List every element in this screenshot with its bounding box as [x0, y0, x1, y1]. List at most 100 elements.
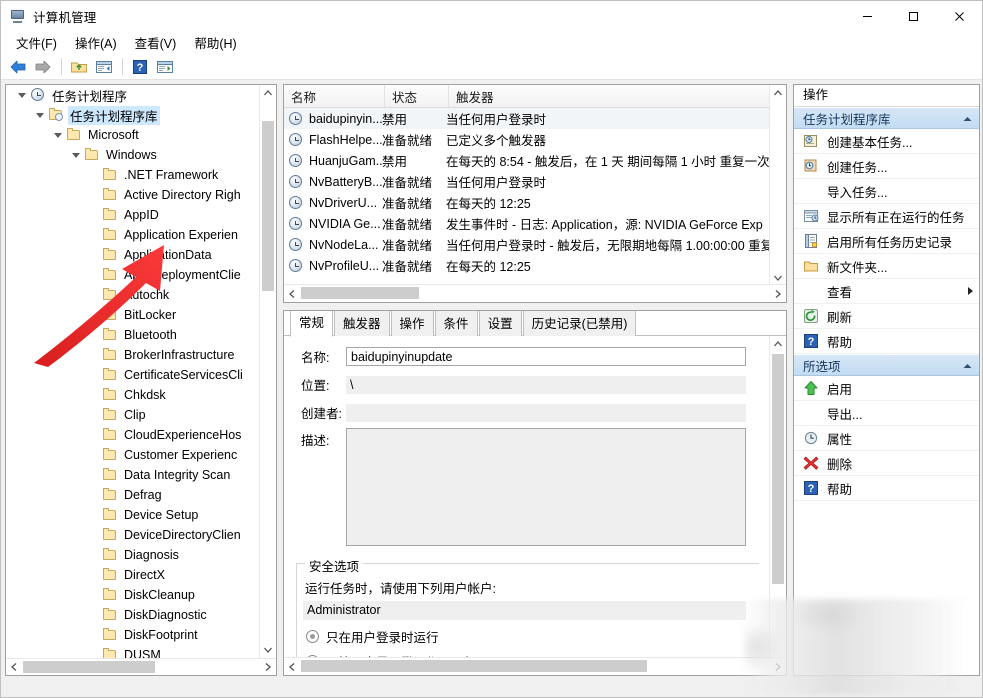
forward-icon[interactable]	[31, 56, 55, 78]
tree-scroll-down-button[interactable]	[260, 642, 276, 658]
tab-2[interactable]: 触发器	[334, 310, 390, 336]
action-item[interactable]: 删除	[794, 451, 979, 476]
detail-horizontal-scrollbar[interactable]	[284, 657, 786, 675]
tree-node-appid[interactable]: AppID	[6, 205, 261, 225]
tree-node-dusm[interactable]: DUSM	[6, 645, 261, 658]
tree-node-defrag[interactable]: Defrag	[6, 485, 261, 505]
action-item[interactable]: 显示所有正在运行的任务	[794, 204, 979, 229]
chevron-down-icon[interactable]	[50, 133, 66, 138]
task-list-vertical-scrollbar[interactable]	[769, 85, 786, 286]
minimize-button[interactable]	[844, 1, 890, 31]
tree-node-data-integrity-scan[interactable]: Data Integrity Scan	[6, 465, 261, 485]
tree-node-chkdsk[interactable]: Chkdsk	[6, 385, 261, 405]
detail-scroll-up-button[interactable]	[770, 336, 786, 352]
tree-node-autochk[interactable]: Autochk	[6, 285, 261, 305]
detail-hscroll-right-button[interactable]	[770, 658, 786, 675]
help-icon[interactable]: ?	[128, 56, 152, 78]
tree-scroll-left-button[interactable]	[6, 659, 22, 675]
detail-scrollbar-thumb[interactable]	[772, 354, 784, 584]
radio-row-logged-on[interactable]: 只在用户登录时运行	[297, 620, 759, 646]
console-tree[interactable]: 任务计划程序任务计划程序库MicrosoftWindows.NET Framew…	[6, 85, 261, 658]
tree-node-applicationdata[interactable]: ApplicationData	[6, 245, 261, 265]
tree-vertical-scrollbar[interactable]	[259, 85, 276, 658]
tab-4[interactable]: 条件	[435, 310, 478, 336]
action-item[interactable]: 启用所有任务历史记录	[794, 229, 979, 254]
column-header-name[interactable]: 名称	[284, 85, 385, 107]
table-row[interactable]: HuanjuGam...禁用在每天的 8:54 - 触发后，在 1 天 期间每隔…	[284, 150, 786, 171]
chevron-up-icon[interactable]	[963, 111, 972, 125]
tab-3[interactable]: 操作	[391, 310, 434, 336]
action-item[interactable]: 导出...	[794, 401, 979, 426]
name-field[interactable]: baidupinyinupdate	[346, 347, 746, 366]
tree-node-bitlocker[interactable]: BitLocker	[6, 305, 261, 325]
table-row[interactable]: NvProfileU...准备就绪在每天的 12:25	[284, 255, 786, 276]
tree-scroll-up-button[interactable]	[260, 85, 276, 101]
maximize-button[interactable]	[890, 1, 936, 31]
tab-6[interactable]: 历史记录(已禁用)	[523, 310, 637, 336]
action-item[interactable]: 新文件夹...	[794, 254, 979, 279]
show-action-pane-icon[interactable]	[153, 56, 177, 78]
tree-node-appxdeploymentclie[interactable]: AppxDeploymentClie	[6, 265, 261, 285]
table-row[interactable]: baidupinyin...禁用当任何用户登录时	[284, 108, 786, 129]
table-row[interactable]: FlashHelpe...准备就绪已定义多个触发器	[284, 129, 786, 150]
tree-node-net-framework[interactable]: .NET Framework	[6, 165, 261, 185]
table-row[interactable]: NvBatteryB...准备就绪当任何用户登录时	[284, 171, 786, 192]
tree-node-windows[interactable]: Windows	[6, 145, 261, 165]
column-header-status[interactable]: 状态	[385, 85, 449, 107]
action-item[interactable]: ?帮助	[794, 476, 979, 501]
table-row[interactable]: NVIDIA Ge...准备就绪发生事件时 - 日志: Application，…	[284, 213, 786, 234]
tree-node-directx[interactable]: DirectX	[6, 565, 261, 585]
tree-node-diskcleanup[interactable]: DiskCleanup	[6, 585, 261, 605]
tree-node-microsoft[interactable]: Microsoft	[6, 125, 261, 145]
tree-node-devicedirectoryclien[interactable]: DeviceDirectoryClien	[6, 525, 261, 545]
action-item[interactable]: 创建基本任务...	[794, 129, 979, 154]
tree-node-bluetooth[interactable]: Bluetooth	[6, 325, 261, 345]
tree-node-diagnosis[interactable]: Diagnosis	[6, 545, 261, 565]
table-row[interactable]: NvDriverU...准备就绪在每天的 12:25	[284, 192, 786, 213]
tree-hscrollbar-thumb[interactable]	[23, 661, 155, 673]
action-item[interactable]: 启用	[794, 376, 979, 401]
detail-hscroll-left-button[interactable]	[284, 658, 300, 675]
tree-node-clip[interactable]: Clip	[6, 405, 261, 425]
tree-node-application-experien[interactable]: Application Experien	[6, 225, 261, 245]
actions-section-header[interactable]: 任务计划程序库	[794, 107, 979, 129]
tree-node-[interactable]: 任务计划程序库	[6, 105, 261, 125]
detail-vertical-scrollbar[interactable]	[769, 336, 786, 658]
action-item[interactable]: 查看	[794, 279, 979, 304]
menu-file[interactable]: 文件(F)	[7, 30, 66, 55]
chevron-up-icon[interactable]	[963, 358, 972, 372]
tab-5[interactable]: 设置	[479, 310, 522, 336]
menu-help[interactable]: 帮助(H)	[185, 30, 245, 55]
back-icon[interactable]	[6, 56, 30, 78]
radio-run-only-when-logged-on[interactable]	[306, 630, 319, 643]
table-row[interactable]: NvNodeLa...准备就绪当任何用户登录时 - 触发后，无限期地每隔 1.0…	[284, 234, 786, 255]
actions-section-header[interactable]: 所选项	[794, 354, 979, 376]
action-item[interactable]: 刷新	[794, 304, 979, 329]
column-header-trigger[interactable]: 触发器	[449, 85, 786, 107]
chevron-down-icon[interactable]	[68, 153, 84, 158]
tree-scroll-right-button[interactable]	[260, 659, 276, 675]
action-item[interactable]: 创建任务...	[794, 154, 979, 179]
action-item[interactable]: ?帮助	[794, 329, 979, 354]
action-item[interactable]: 导入任务...	[794, 179, 979, 204]
tree-node-active-directory-righ[interactable]: Active Directory Righ	[6, 185, 261, 205]
close-button[interactable]	[936, 1, 982, 31]
chevron-down-icon[interactable]	[14, 93, 30, 98]
tree-scrollbar-thumb[interactable]	[262, 121, 274, 291]
task-hscrollbar-thumb[interactable]	[301, 287, 419, 299]
tree-node-[interactable]: 任务计划程序	[6, 85, 261, 105]
task-hscroll-left-button[interactable]	[284, 285, 300, 302]
tree-node-cloudexperiencehos[interactable]: CloudExperienceHos	[6, 425, 261, 445]
detail-hscrollbar-thumb[interactable]	[301, 660, 647, 672]
description-field[interactable]	[346, 428, 746, 546]
tab-1[interactable]: 常规	[290, 310, 333, 337]
tree-node-diskdiagnostic[interactable]: DiskDiagnostic	[6, 605, 261, 625]
up-folder-icon[interactable]	[67, 56, 91, 78]
menu-action[interactable]: 操作(A)	[66, 30, 126, 55]
action-item[interactable]: 属性	[794, 426, 979, 451]
task-scroll-up-button[interactable]	[770, 85, 786, 101]
tree-node-diskfootprint[interactable]: DiskFootprint	[6, 625, 261, 645]
tree-node-certificateservicescli[interactable]: CertificateServicesCli	[6, 365, 261, 385]
task-hscroll-right-button[interactable]	[770, 285, 786, 302]
tree-node-customer-experienc[interactable]: Customer Experienc	[6, 445, 261, 465]
